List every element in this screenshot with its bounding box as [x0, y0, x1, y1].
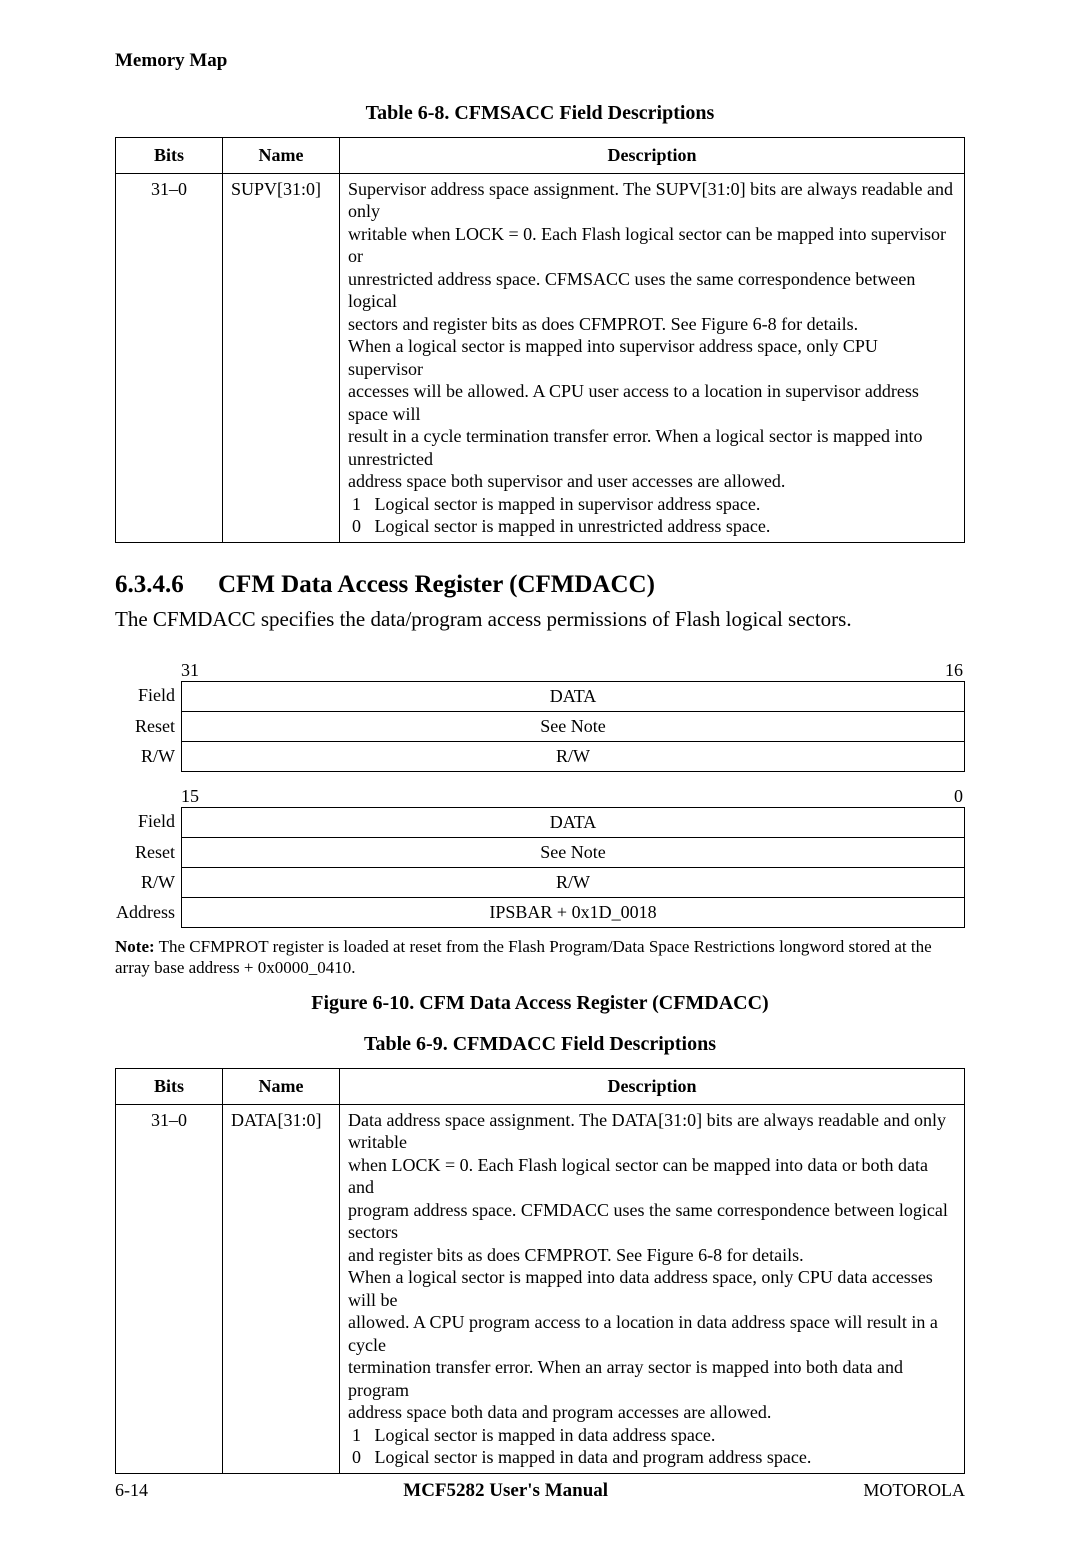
table-row: 31–0 DATA[31:0] Data address space assig… [116, 1104, 965, 1473]
section-number: 6.3.4.6 [115, 571, 184, 599]
enum-val: Logical sector is mapped in supervisor a… [375, 494, 761, 514]
table9-caption: Table 6-9. CFMDACC Field Descriptions [115, 1033, 965, 1056]
bit-hi: 31 [175, 660, 199, 681]
desc-line: address space both supervisor and user a… [348, 470, 956, 493]
reg-reset: See Note [181, 838, 965, 868]
section-heading: 6.3.4.6 CFM Data Access Register (CFMDAC… [115, 571, 965, 599]
desc-line: accesses will be allowed. A CPU user acc… [348, 380, 956, 425]
desc-line: termination transfer error. When an arra… [348, 1356, 956, 1401]
desc-line: address space both data and program acce… [348, 1401, 956, 1424]
bit-lo: 16 [945, 660, 965, 681]
table8-desc: Supervisor address space assignment. The… [340, 173, 965, 542]
enum-key: 1 [352, 1424, 370, 1447]
desc-line: allowed. A CPU program access to a locat… [348, 1311, 956, 1356]
desc-line: sectors and register bits as does CFMPRO… [348, 313, 956, 336]
table8-bits: 31–0 [116, 173, 223, 542]
note-label: Note: [115, 937, 155, 956]
enum-key: 0 [352, 515, 370, 538]
bit-hi: 15 [175, 786, 199, 807]
table8-header-bits: Bits [116, 138, 223, 174]
row-label-reset: Reset [115, 838, 181, 868]
row-label-reset: Reset [115, 712, 181, 742]
reg-reset: See Note [181, 712, 965, 742]
desc-enum: 1 Logical sector is mapped in supervisor… [348, 493, 956, 516]
bit-lo: 0 [954, 786, 965, 807]
table8: Bits Name Description 31–0 SUPV[31:0] Su… [115, 137, 965, 543]
reg-field: DATA [181, 681, 965, 712]
desc-line: When a logical sector is mapped into sup… [348, 335, 956, 380]
register-figure: 31 16 Field DATA Reset See Note R/W R/W … [115, 660, 965, 928]
table8-header-name: Name [223, 138, 340, 174]
table9-bits: 31–0 [116, 1104, 223, 1473]
desc-line: unrestricted address space. CFMSACC uses… [348, 268, 956, 313]
enum-val: Logical sector is mapped in data address… [375, 1425, 716, 1445]
desc-line: Supervisor address space assignment. The… [348, 178, 956, 223]
desc-enum: 0 Logical sector is mapped in unrestrict… [348, 515, 956, 538]
desc-line: When a logical sector is mapped into dat… [348, 1266, 956, 1311]
enum-key: 1 [352, 493, 370, 516]
row-label-rw: R/W [115, 868, 181, 898]
enum-val: Logical sector is mapped in data and pro… [375, 1447, 812, 1467]
footer-page-number: 6-14 [115, 1480, 148, 1501]
row-label-field: Field [115, 681, 181, 712]
footer-brand: MOTOROLA [863, 1480, 965, 1501]
table9-header-name: Name [223, 1069, 340, 1105]
desc-line: Data address space assignment. The DATA[… [348, 1109, 956, 1154]
table9-header-desc: Description [340, 1069, 965, 1105]
table8-name: SUPV[31:0] [223, 173, 340, 542]
reg-field: DATA [181, 807, 965, 838]
desc-line: program address space. CFMDACC uses the … [348, 1199, 956, 1244]
row-label-field: Field [115, 807, 181, 838]
table9-name: DATA[31:0] [223, 1104, 340, 1473]
table9-desc: Data address space assignment. The DATA[… [340, 1104, 965, 1473]
footer-manual-title: MCF5282 User's Manual [148, 1480, 863, 1502]
note-text: The CFMPROT register is loaded at reset … [115, 937, 932, 977]
reg-rw: R/W [181, 742, 965, 772]
reg-address: IPSBAR + 0x1D_0018 [181, 898, 965, 928]
reg-rw: R/W [181, 868, 965, 898]
desc-line: writable when LOCK = 0. Each Flash logic… [348, 223, 956, 268]
enum-val: Logical sector is mapped in unrestricted… [375, 516, 771, 536]
desc-enum: 0 Logical sector is mapped in data and p… [348, 1446, 956, 1469]
table9-header-bits: Bits [116, 1069, 223, 1105]
desc-line: result in a cycle termination transfer e… [348, 425, 956, 470]
table9: Bits Name Description 31–0 DATA[31:0] Da… [115, 1068, 965, 1474]
figure-note: Note: The CFMPROT register is loaded at … [115, 936, 965, 979]
section-body: The CFMDACC specifies the data/program a… [115, 607, 965, 632]
section-title: CFM Data Access Register (CFMDACC) [218, 571, 655, 598]
figure-caption: Figure 6-10. CFM Data Access Register (C… [115, 992, 965, 1015]
table-row: 31–0 SUPV[31:0] Supervisor address space… [116, 173, 965, 542]
enum-key: 0 [352, 1446, 370, 1469]
desc-line: when LOCK = 0. Each Flash logical sector… [348, 1154, 956, 1199]
row-label-address: Address [115, 898, 181, 928]
page-header: Memory Map [115, 50, 965, 72]
desc-line: and register bits as does CFMPROT. See F… [348, 1244, 956, 1267]
desc-enum: 1 Logical sector is mapped in data addre… [348, 1424, 956, 1447]
row-label-rw: R/W [115, 742, 181, 772]
table8-caption: Table 6-8. CFMSACC Field Descriptions [115, 102, 965, 125]
page-footer: 6-14 MCF5282 User's Manual MOTOROLA [115, 1480, 965, 1502]
table8-header-desc: Description [340, 138, 965, 174]
